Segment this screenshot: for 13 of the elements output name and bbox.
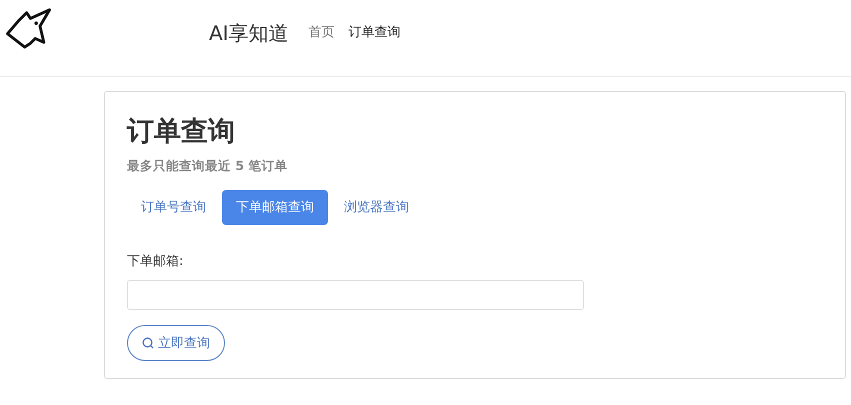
page-heading: 订单查询 (127, 115, 236, 149)
tab[interactable]: 浏览器查询 (330, 190, 423, 225)
tab[interactable]: 下单邮箱查询 (222, 190, 328, 225)
unicorn-logo-icon[interactable] (5, 7, 54, 49)
site-title[interactable]: AI享知道 (209, 18, 289, 48)
search-button[interactable]: 立即查询 (127, 325, 225, 362)
nav-link[interactable]: 首页 (308, 23, 335, 43)
field-label: 下单邮箱: (127, 252, 184, 271)
nav-link[interactable]: 订单查询 (348, 23, 401, 43)
search-icon (142, 337, 154, 350)
email-input-field[interactable] (127, 280, 584, 310)
tab[interactable]: 订单号查询 (127, 190, 220, 225)
subtitle: 最多只能查询最近 5 笔订单 (127, 157, 288, 175)
